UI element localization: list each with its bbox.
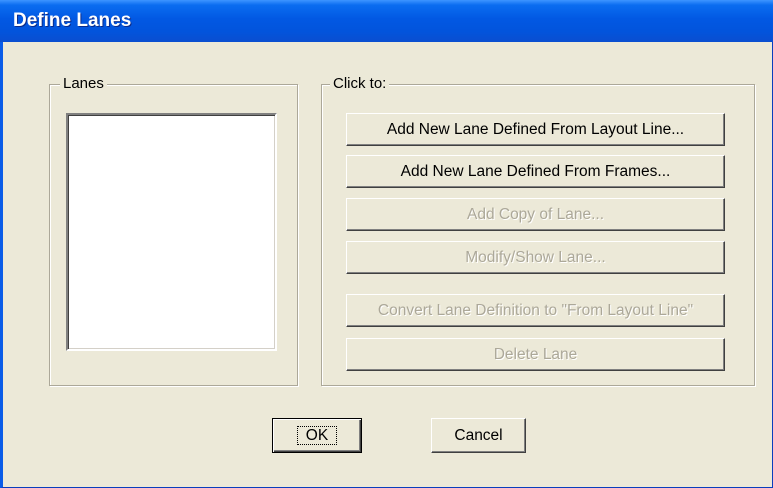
cancel-button[interactable]: Cancel	[431, 418, 526, 453]
delete-lane-button[interactable]: Delete Lane	[346, 338, 725, 371]
modify-show-lane-button[interactable]: Modify/Show Lane...	[346, 241, 725, 274]
window-title: Define Lanes	[13, 10, 132, 31]
convert-lane-definition-button[interactable]: Convert Lane Definition to "From Layout …	[346, 294, 725, 327]
lanes-group-label: Lanes	[60, 74, 107, 94]
ok-button[interactable]: OK	[272, 418, 362, 453]
lanes-listbox[interactable]	[66, 113, 277, 351]
add-copy-of-lane-button[interactable]: Add Copy of Lane...	[346, 198, 725, 231]
add-lane-from-frames-button[interactable]: Add New Lane Defined From Frames...	[346, 155, 725, 188]
ok-button-label: OK	[296, 426, 338, 445]
actions-group-label: Click to:	[330, 74, 390, 94]
add-lane-from-layout-line-button[interactable]: Add New Lane Defined From Layout Line...	[346, 113, 725, 146]
title-bar[interactable]: Define Lanes	[0, 0, 773, 42]
